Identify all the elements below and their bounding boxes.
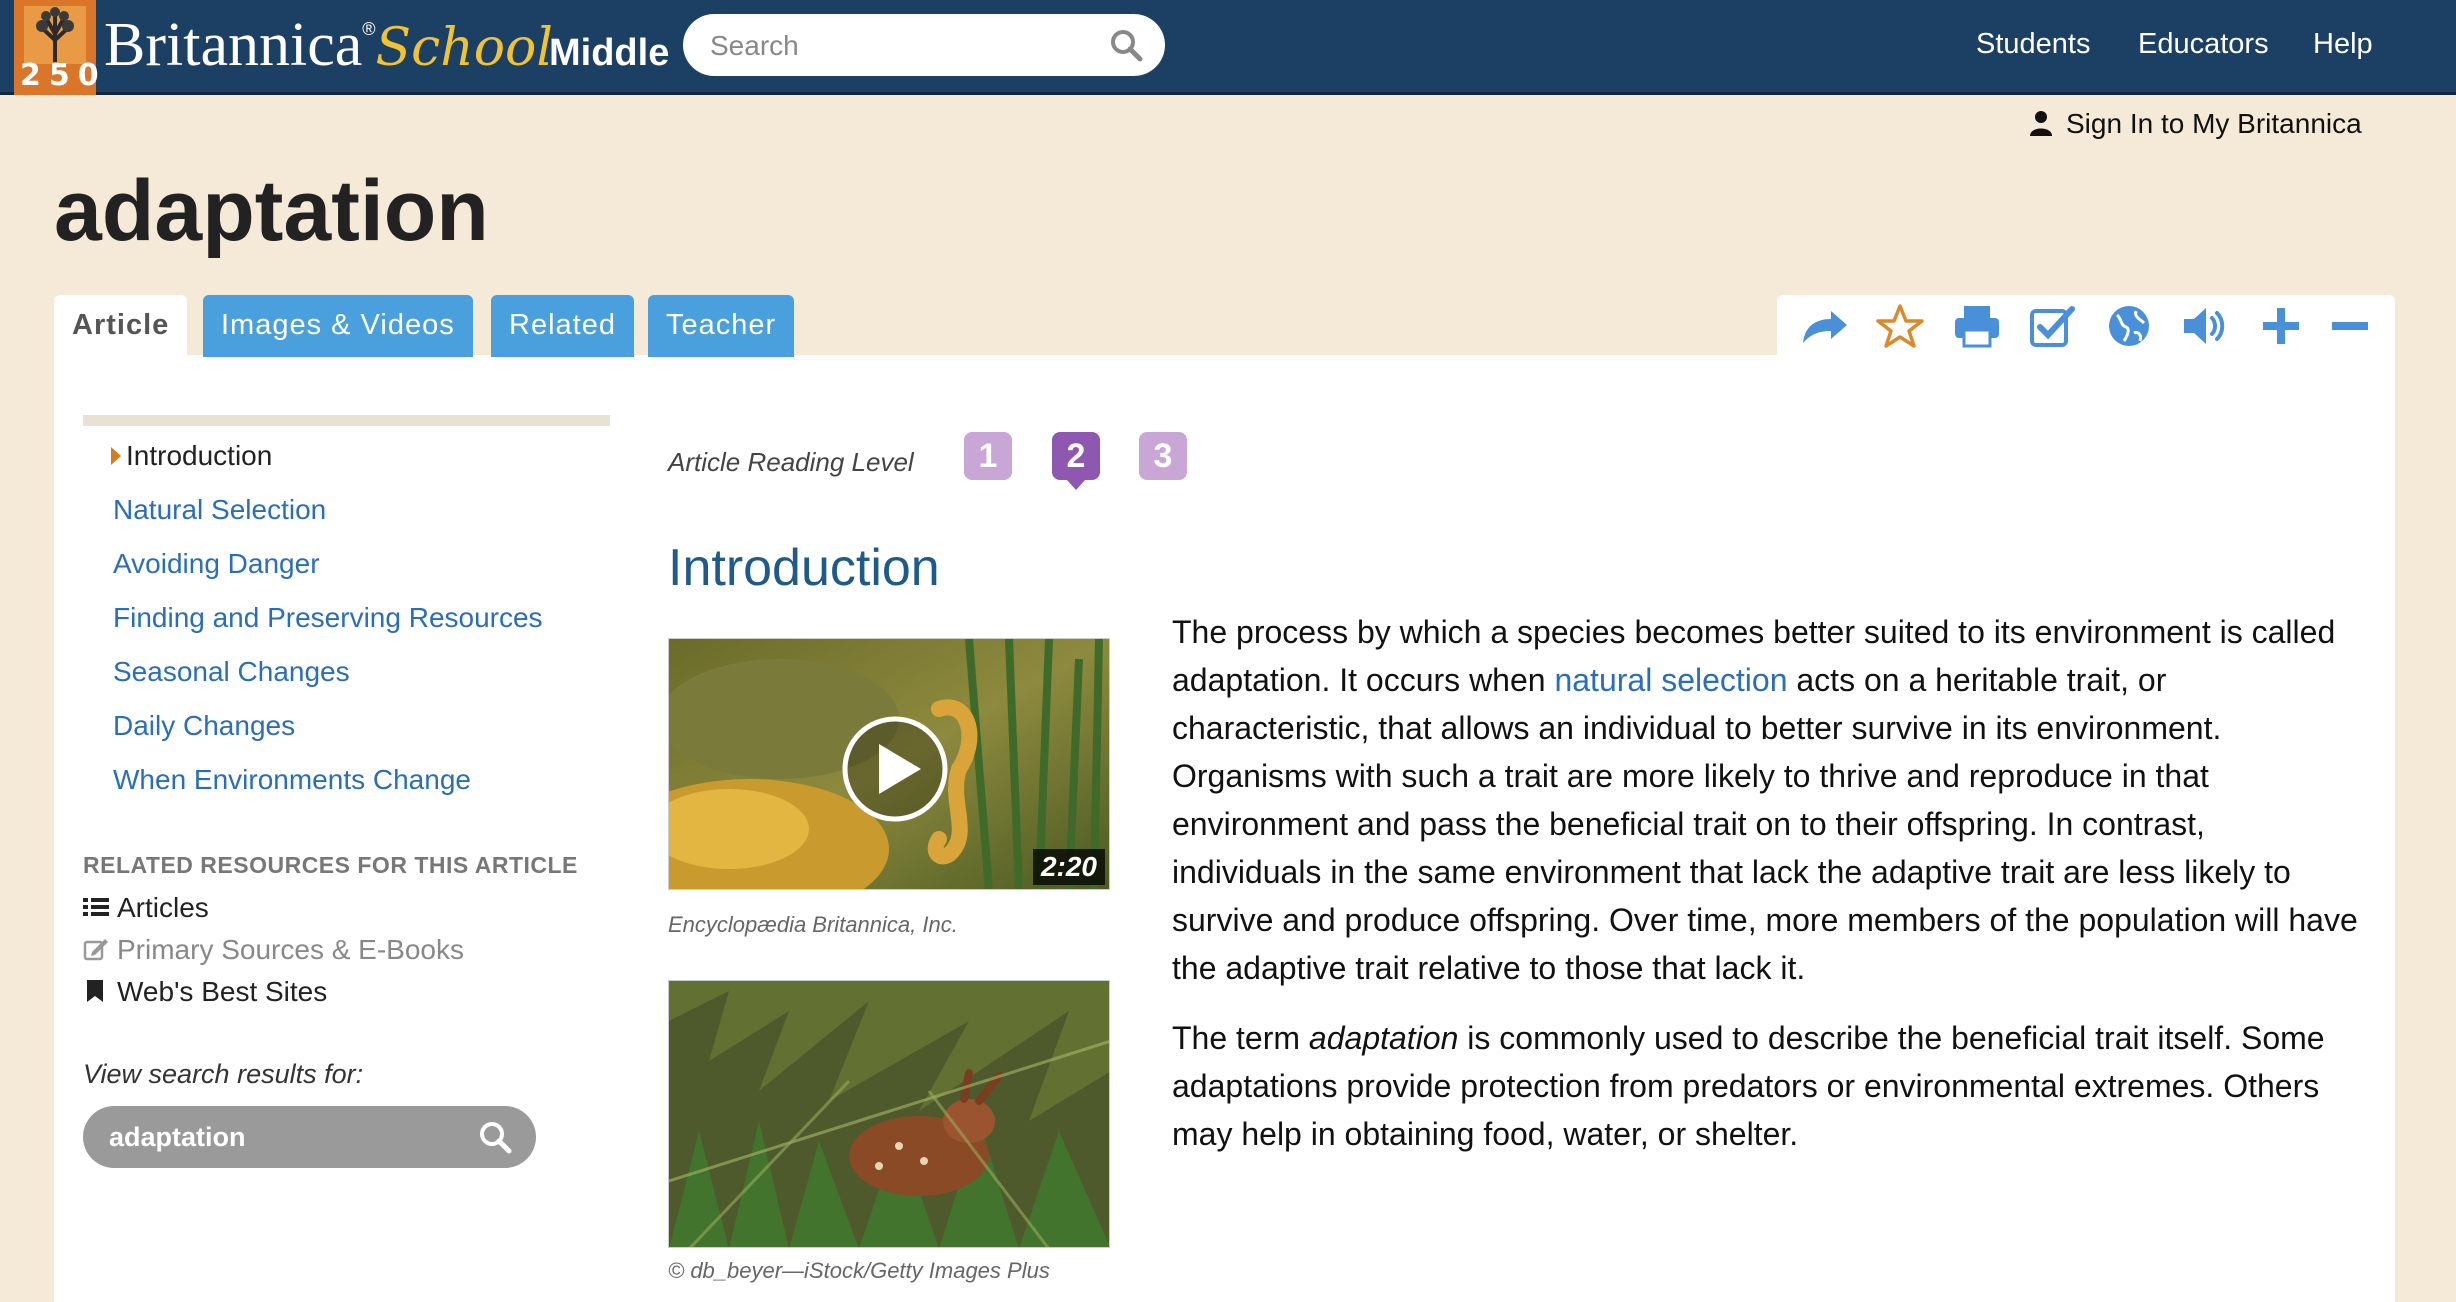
brand-registered-mark: ® bbox=[362, 19, 376, 39]
related-resources-heading: RELATED RESOURCES FOR THIS ARTICLE bbox=[83, 852, 578, 878]
related-websites-label: Web's Best Sites bbox=[117, 976, 328, 1007]
translate-globe-icon[interactable] bbox=[2104, 303, 2154, 349]
brand-name: Britannica bbox=[104, 11, 363, 79]
toc-item-natural-selection[interactable]: Natural Selection bbox=[113, 494, 326, 526]
top-bar: 250 Britannica®School Middle Search Stud… bbox=[0, 0, 2456, 95]
search-results-field[interactable]: adaptation bbox=[83, 1106, 536, 1168]
nav-help[interactable]: Help bbox=[2313, 28, 2373, 61]
image-caption: © db_beyer—iStock/Getty Images Plus bbox=[668, 1258, 1050, 1283]
toc-item-finding-resources[interactable]: Finding and Preserving Resources bbox=[113, 602, 543, 634]
tab-related[interactable]: Related bbox=[491, 295, 634, 357]
reading-level-3-button[interactable]: 3 bbox=[1139, 432, 1187, 480]
section-title: Introduction bbox=[668, 539, 940, 597]
related-primary-sources-label: Primary Sources & E-Books bbox=[117, 934, 464, 965]
related-articles-label: Articles bbox=[117, 892, 209, 923]
paragraph-1-text-end: acts on a heritable trait, or characteri… bbox=[1172, 662, 2358, 986]
toc-item-daily-changes[interactable]: Daily Changes bbox=[113, 710, 295, 742]
nav-educators[interactable]: Educators bbox=[2138, 28, 2269, 61]
edit-document-icon bbox=[83, 939, 108, 961]
toc-item-avoiding-danger[interactable]: Avoiding Danger bbox=[113, 548, 320, 580]
cite-checkbox-icon[interactable] bbox=[2028, 303, 2078, 349]
paragraph-2-text-start: The term bbox=[1172, 1020, 1309, 1056]
reading-level-1-button[interactable]: 1 bbox=[964, 432, 1012, 480]
logo-anniversary-number: 250 bbox=[20, 58, 107, 93]
search-input[interactable]: Search bbox=[683, 14, 1165, 76]
search-placeholder: Search bbox=[710, 30, 799, 61]
fawn-in-grass-image bbox=[669, 981, 1109, 1247]
related-articles-link[interactable]: Articles bbox=[83, 892, 209, 924]
sidebar-divider bbox=[83, 415, 610, 426]
current-section-caret-icon bbox=[111, 447, 121, 465]
toc-item-seasonal-changes[interactable]: Seasonal Changes bbox=[113, 656, 350, 688]
britannica-250-logo[interactable]: 250 bbox=[14, 0, 107, 95]
related-primary-sources-link[interactable]: Primary Sources & E-Books bbox=[83, 934, 464, 966]
bookmark-icon bbox=[87, 980, 103, 1002]
intro-paragraph-1: The process by which a species becomes b… bbox=[1172, 608, 2362, 992]
britannica-school-wordmark[interactable]: Britannica®School bbox=[104, 10, 553, 80]
seahorse-video-thumbnail[interactable]: 2:20 bbox=[668, 638, 1110, 890]
list-icon bbox=[83, 898, 109, 916]
thistle-tree-icon bbox=[24, 6, 86, 64]
reading-level-2-button[interactable]: 2 bbox=[1052, 432, 1100, 490]
search-results-label: View search results for: bbox=[83, 1059, 364, 1089]
sign-in-link[interactable]: Sign In to My Britannica bbox=[2030, 108, 2362, 140]
increase-font-icon[interactable] bbox=[2256, 303, 2306, 349]
share-icon[interactable] bbox=[1799, 303, 1849, 349]
deer-fawn-image[interactable] bbox=[668, 980, 1110, 1248]
article-toolbar bbox=[1777, 295, 2395, 357]
search-results-value: adaptation bbox=[109, 1122, 246, 1152]
adaptation-term: adaptation bbox=[1308, 1020, 1459, 1056]
related-websites-link[interactable]: Web's Best Sites bbox=[83, 976, 327, 1008]
natural-selection-link[interactable]: natural selection bbox=[1554, 662, 1787, 698]
video-caption: Encyclopædia Britannica, Inc. bbox=[668, 912, 958, 937]
user-icon bbox=[2030, 111, 2052, 136]
brand-product: School bbox=[375, 18, 553, 78]
school-level-label[interactable]: Middle bbox=[549, 32, 669, 75]
tab-teacher[interactable]: Teacher bbox=[648, 295, 795, 357]
search-icon[interactable] bbox=[1109, 28, 1143, 62]
intro-paragraph-2: The term adaptation is commonly used to … bbox=[1172, 1014, 2362, 1158]
nav-students[interactable]: Students bbox=[1976, 28, 2090, 61]
search-icon[interactable] bbox=[478, 1120, 512, 1154]
toc-item-introduction[interactable]: Introduction bbox=[126, 440, 272, 472]
read-aloud-speaker-icon[interactable] bbox=[2180, 303, 2230, 349]
video-duration: 2:20 bbox=[1032, 849, 1105, 885]
favorite-star-icon[interactable] bbox=[1875, 303, 1925, 349]
print-icon[interactable] bbox=[1952, 303, 2002, 349]
tab-images-videos[interactable]: Images & Videos bbox=[203, 295, 473, 357]
reading-level-label: Article Reading Level bbox=[668, 447, 914, 477]
toc-item-environments-change[interactable]: When Environments Change bbox=[113, 764, 471, 796]
tab-article[interactable]: Article bbox=[54, 295, 188, 357]
sign-in-label: Sign In to My Britannica bbox=[2066, 108, 2362, 139]
page-title: adaptation bbox=[54, 163, 489, 259]
decrease-font-icon[interactable] bbox=[2325, 303, 2375, 349]
